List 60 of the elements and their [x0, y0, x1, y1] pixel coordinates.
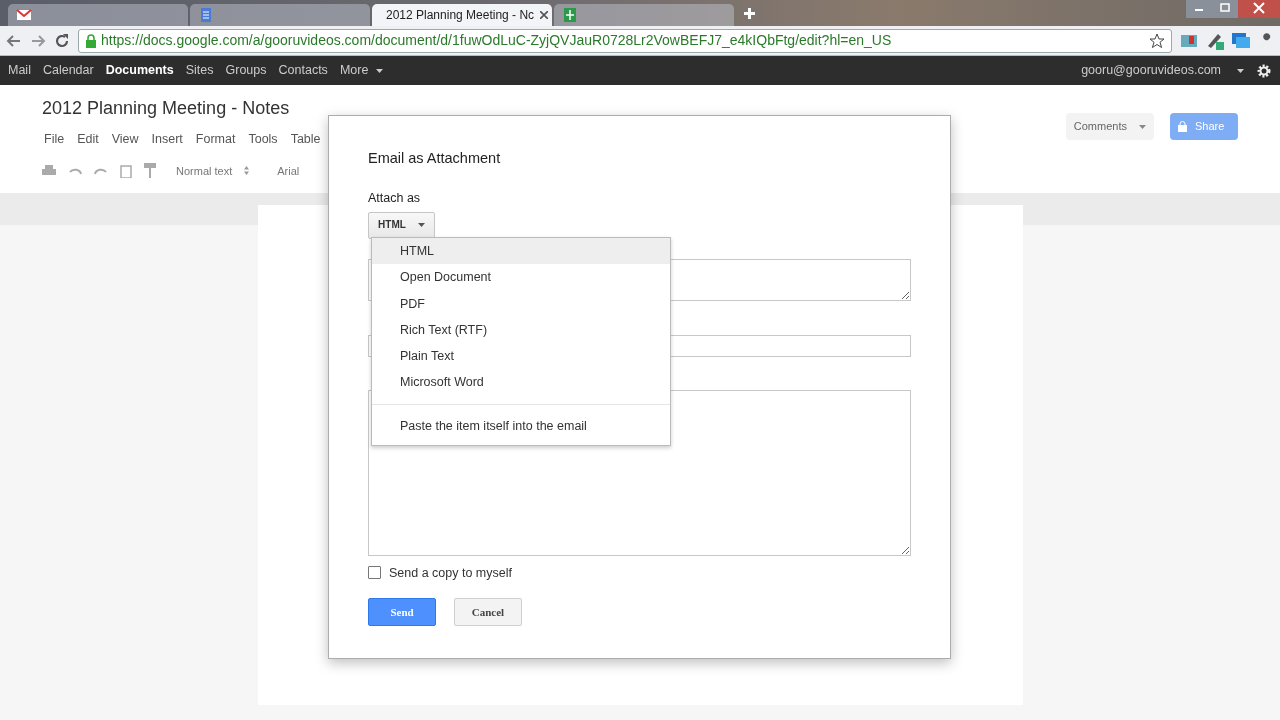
- browser-tab[interactable]: 2012 Planning Meeting - Nc: [372, 4, 552, 26]
- checkbox-label[interactable]: Send a copy to myself: [389, 563, 512, 583]
- menu-option[interactable]: Open Document: [372, 264, 670, 291]
- nav-link[interactable]: More: [339, 61, 369, 80]
- nav-link[interactable]: Sites: [185, 61, 214, 80]
- pen-icon[interactable]: [1206, 31, 1224, 50]
- caret-icon: [1237, 68, 1244, 73]
- menu-item[interactable]: Edit: [77, 130, 99, 149]
- menu-item[interactable]: File: [44, 130, 65, 149]
- nav-link[interactable]: Documents: [105, 61, 174, 80]
- cancel-button[interactable]: Cancel: [454, 598, 522, 627]
- updown-icon: [244, 166, 250, 176]
- comments-button[interactable]: Comments: [1065, 113, 1154, 140]
- menu-option[interactable]: HTML: [372, 238, 670, 265]
- address-bar[interactable]: https://docs.google.com/a/gooruvideos.com/document/d/1fuwOdLuC-ZyjQVJauR0728Lr2VowBEFJ7_e4kIQbFtg/edit?hl=en_US: [78, 28, 1172, 53]
- forward-icon[interactable]: [30, 32, 46, 49]
- lock-icon: [1178, 121, 1187, 132]
- envelope-icon: [16, 7, 32, 23]
- spreadsheet-icon: [562, 7, 578, 23]
- caret-icon: [1139, 124, 1146, 129]
- reload-icon[interactable]: [54, 32, 70, 49]
- menu-option[interactable]: Microsoft Word: [372, 369, 670, 396]
- nav-link[interactable]: Mail: [8, 61, 31, 80]
- menu-item[interactable]: Tools: [248, 130, 278, 149]
- lock-icon: [85, 33, 97, 48]
- nav-link[interactable]: Calendar: [42, 61, 94, 80]
- star-icon[interactable]: [1149, 32, 1165, 49]
- dialog-title: Email as Attachment: [368, 149, 502, 168]
- close-icon[interactable]: [540, 11, 549, 19]
- minimize-button[interactable]: [1186, 0, 1212, 18]
- new-tab-icon[interactable]: [744, 7, 755, 19]
- menu-item[interactable]: Format: [195, 130, 236, 149]
- menu-item[interactable]: Insert: [151, 130, 183, 149]
- menu-item[interactable]: Table: [290, 130, 321, 149]
- nav-link[interactable]: Groups: [225, 61, 267, 80]
- menu-option[interactable]: PDF: [372, 290, 670, 317]
- nav-link[interactable]: Contacts: [278, 61, 328, 80]
- image-icon[interactable]: [1232, 32, 1250, 49]
- back-icon[interactable]: [6, 32, 22, 49]
- paint-format-icon[interactable]: [144, 162, 156, 179]
- menu-option[interactable]: Plain Text: [372, 343, 670, 370]
- restore-button[interactable]: [1212, 0, 1238, 18]
- format-dropdown[interactable]: HTML: [368, 211, 435, 239]
- style-selector[interactable]: Normal text: [176, 162, 233, 179]
- caret-icon: [376, 68, 384, 73]
- font-selector[interactable]: Arial: [277, 162, 300, 179]
- account-menu[interactable]: gooru@gooruvideos.com: [1081, 61, 1221, 80]
- document-icon: [198, 7, 214, 23]
- settings-icon[interactable]: [1256, 62, 1272, 79]
- close-button[interactable]: [1238, 0, 1280, 18]
- print-icon[interactable]: [42, 164, 56, 177]
- menu-option[interactable]: Paste the item itself into the email: [372, 412, 670, 440]
- browser-tab[interactable]: [8, 4, 188, 26]
- caret-icon: [417, 223, 425, 227]
- checkbox[interactable]: [368, 566, 381, 580]
- menu-option[interactable]: Rich Text (RTF): [372, 316, 670, 344]
- book-icon[interactable]: [1180, 32, 1198, 49]
- field-label: Attach as: [368, 190, 421, 205]
- menu-item[interactable]: View: [111, 130, 139, 149]
- document-title: 2012 Planning Meeting - Notes: [42, 98, 290, 118]
